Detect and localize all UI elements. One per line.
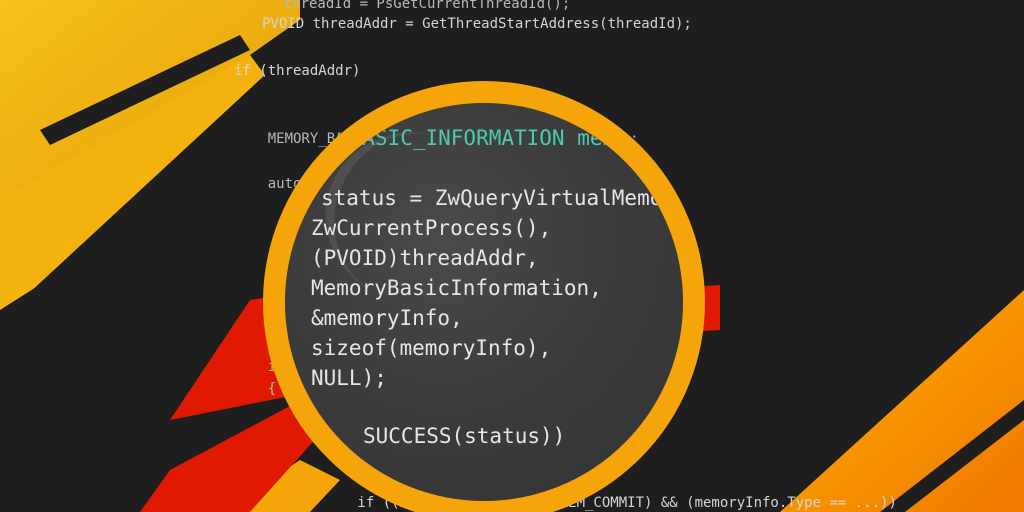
lens-code-line-1: _BASIC_INFORMATION mem bbox=[337, 126, 616, 150]
lens-code-line-9: SUCCESS(status)) bbox=[363, 424, 566, 448]
magnifier-lens: _BASIC_INFORMATION mem status = ZwQueryV… bbox=[263, 81, 705, 512]
lens-code-line-6: &memoryInfo, bbox=[311, 306, 463, 330]
illustration: threadId = PsGetCurrentThreadId(); PVOID… bbox=[0, 0, 1024, 512]
lens-code-line-7: sizeof(memoryInfo), bbox=[311, 336, 552, 360]
lens-code-line-2: status = ZwQueryVirtualMemo bbox=[321, 186, 663, 210]
lens-code-line-3: ZwCurrentProcess(), bbox=[311, 216, 552, 240]
lens-code-line-5: MemoryBasicInformation, bbox=[311, 276, 602, 300]
lens-code-line-8: NULL); bbox=[311, 366, 387, 390]
lens-code-line-4: (PVOID)threadAddr, bbox=[311, 246, 539, 270]
lens-content: _BASIC_INFORMATION mem status = ZwQueryV… bbox=[285, 103, 683, 501]
